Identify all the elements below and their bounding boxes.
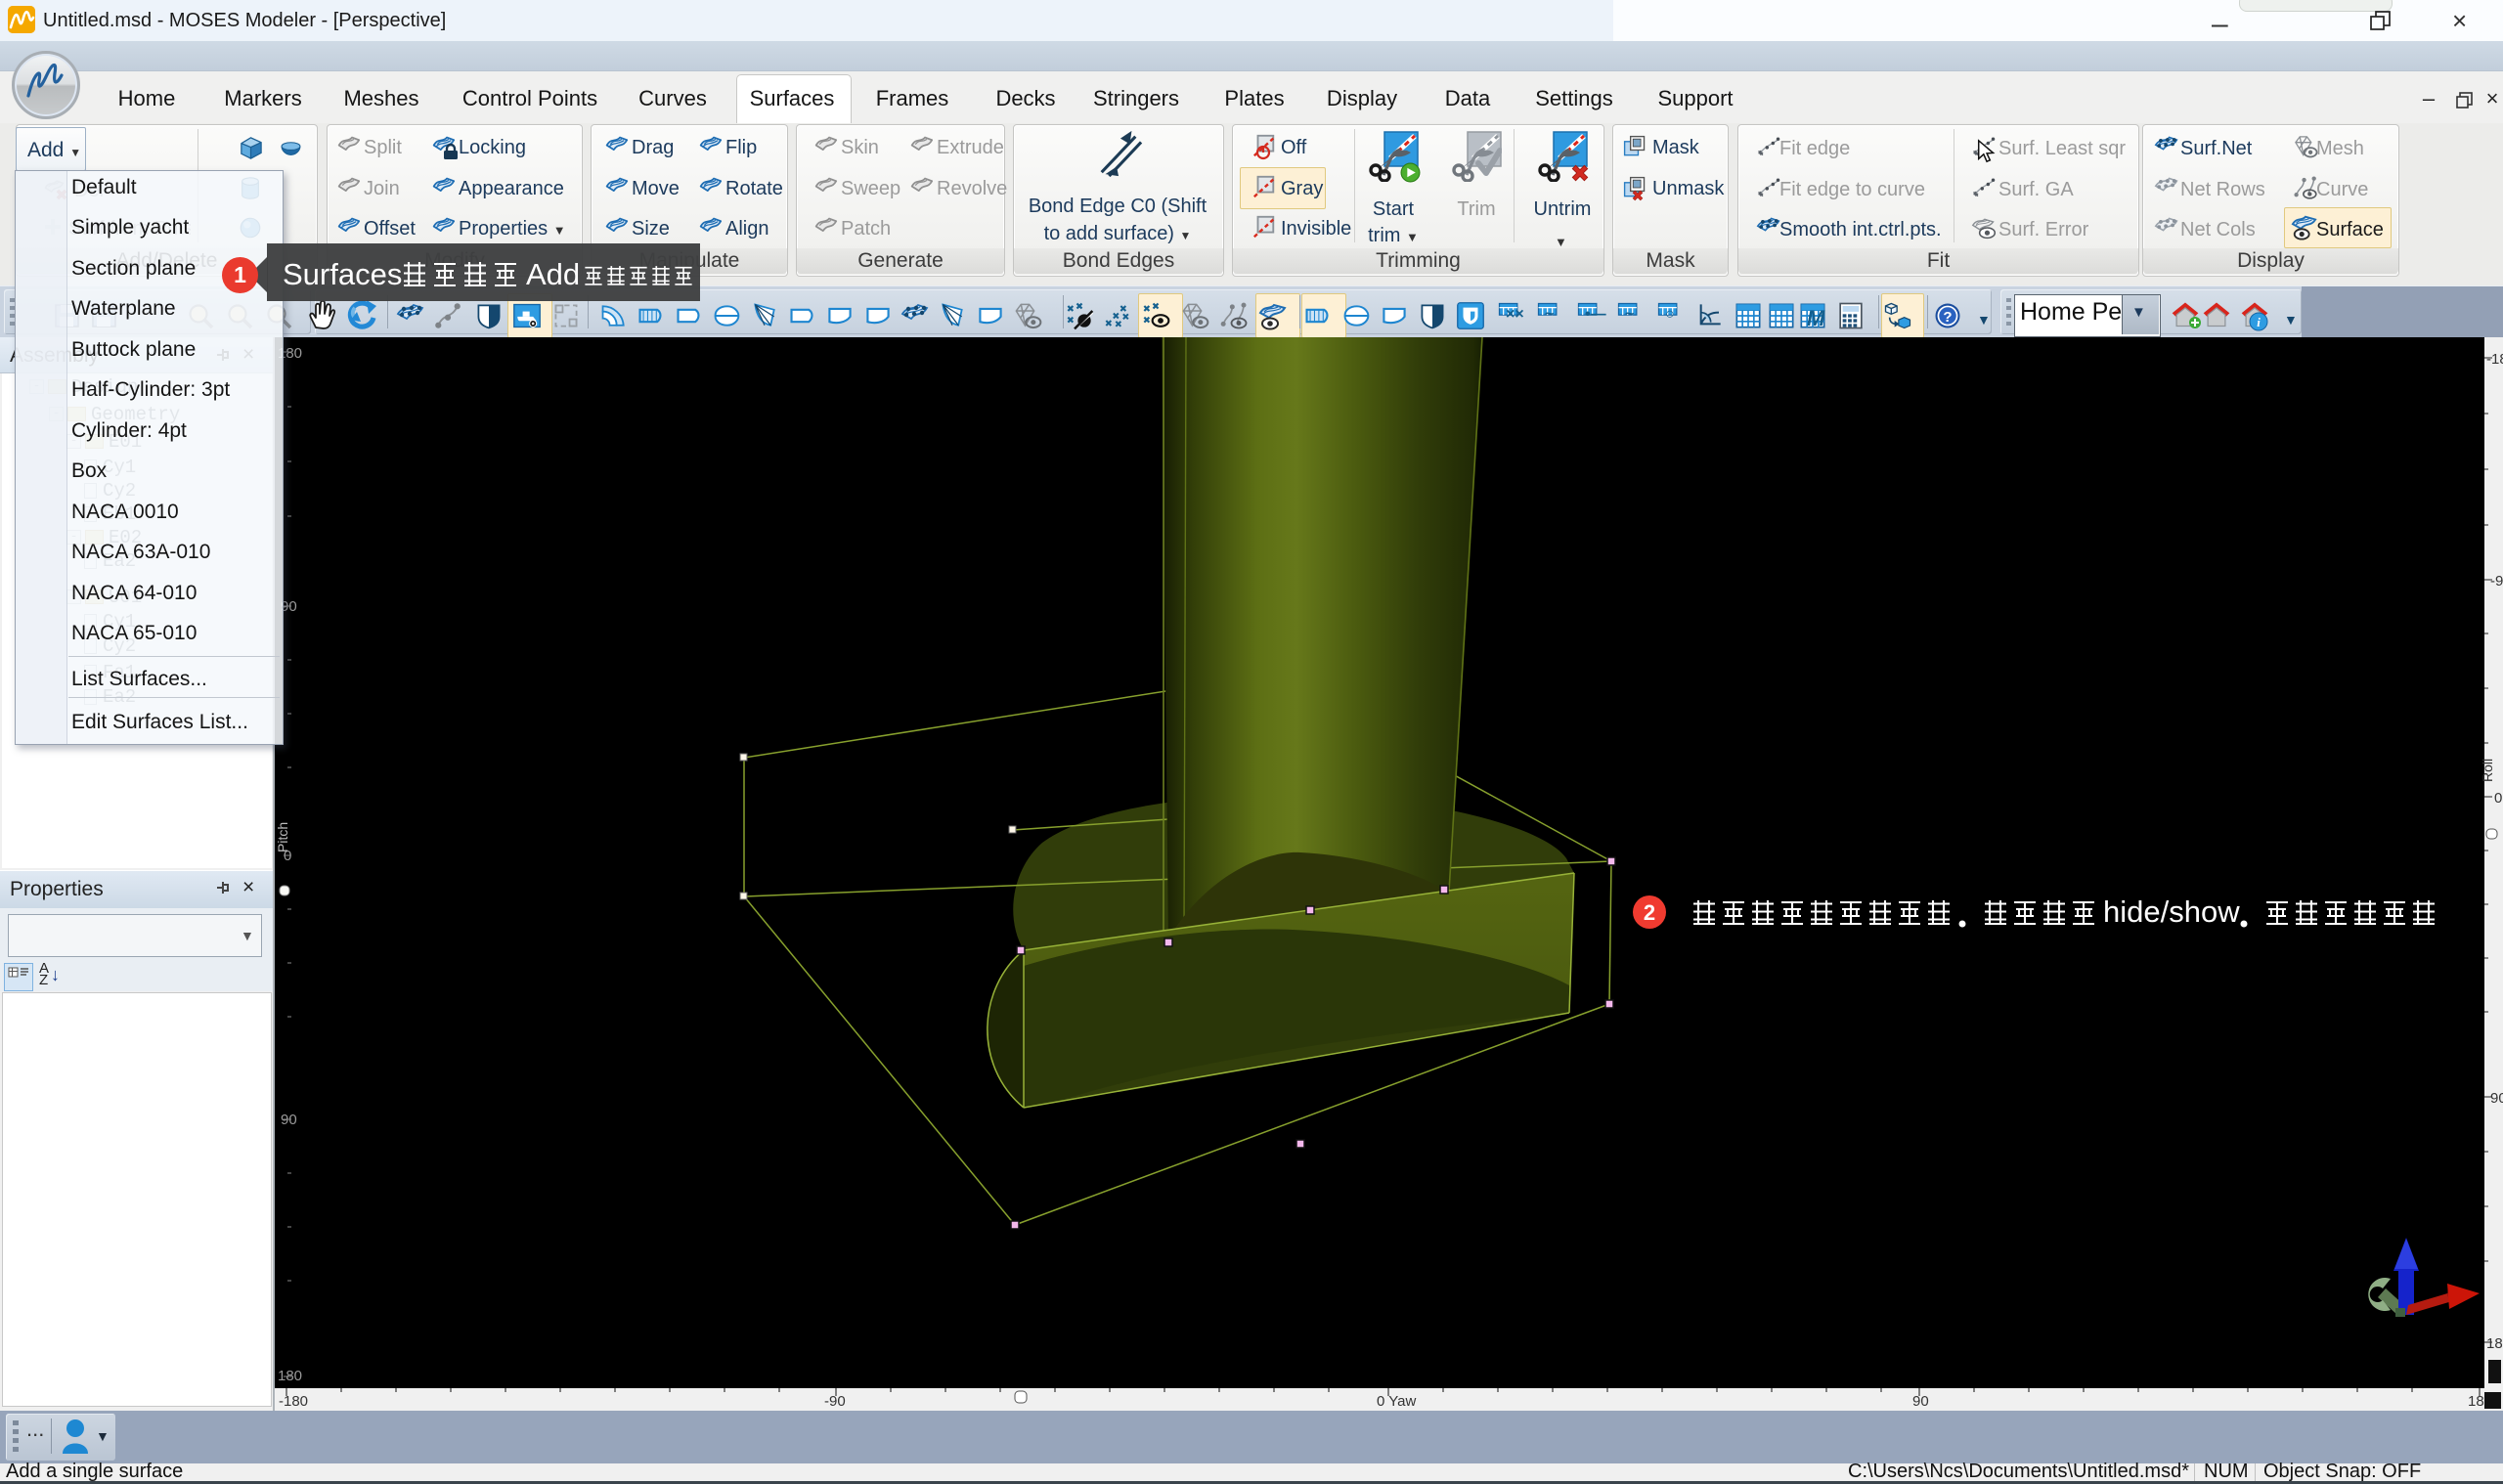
svg-text:-90: -90 — [824, 1393, 846, 1410]
svg-text:180: 180 — [2486, 1335, 2503, 1352]
svg-text:-180: -180 — [279, 1393, 308, 1410]
svg-text:-90: -90 — [2490, 573, 2503, 589]
svg-text:Roll: Roll — [2480, 759, 2495, 782]
svg-text:0: 0 — [2494, 790, 2502, 807]
svg-text:-180: -180 — [2486, 351, 2503, 368]
svg-text:hide/show: hide/show — [2103, 895, 2240, 929]
svg-text:90: 90 — [2490, 1090, 2503, 1107]
svg-text:2: 2 — [1644, 900, 1655, 925]
svg-text:Pitch: Pitch — [275, 822, 290, 852]
svg-text:90: 90 — [1912, 1393, 1929, 1410]
svg-text:0 Yaw: 0 Yaw — [1377, 1393, 1416, 1410]
svg-text:i: i — [2257, 315, 2261, 329]
